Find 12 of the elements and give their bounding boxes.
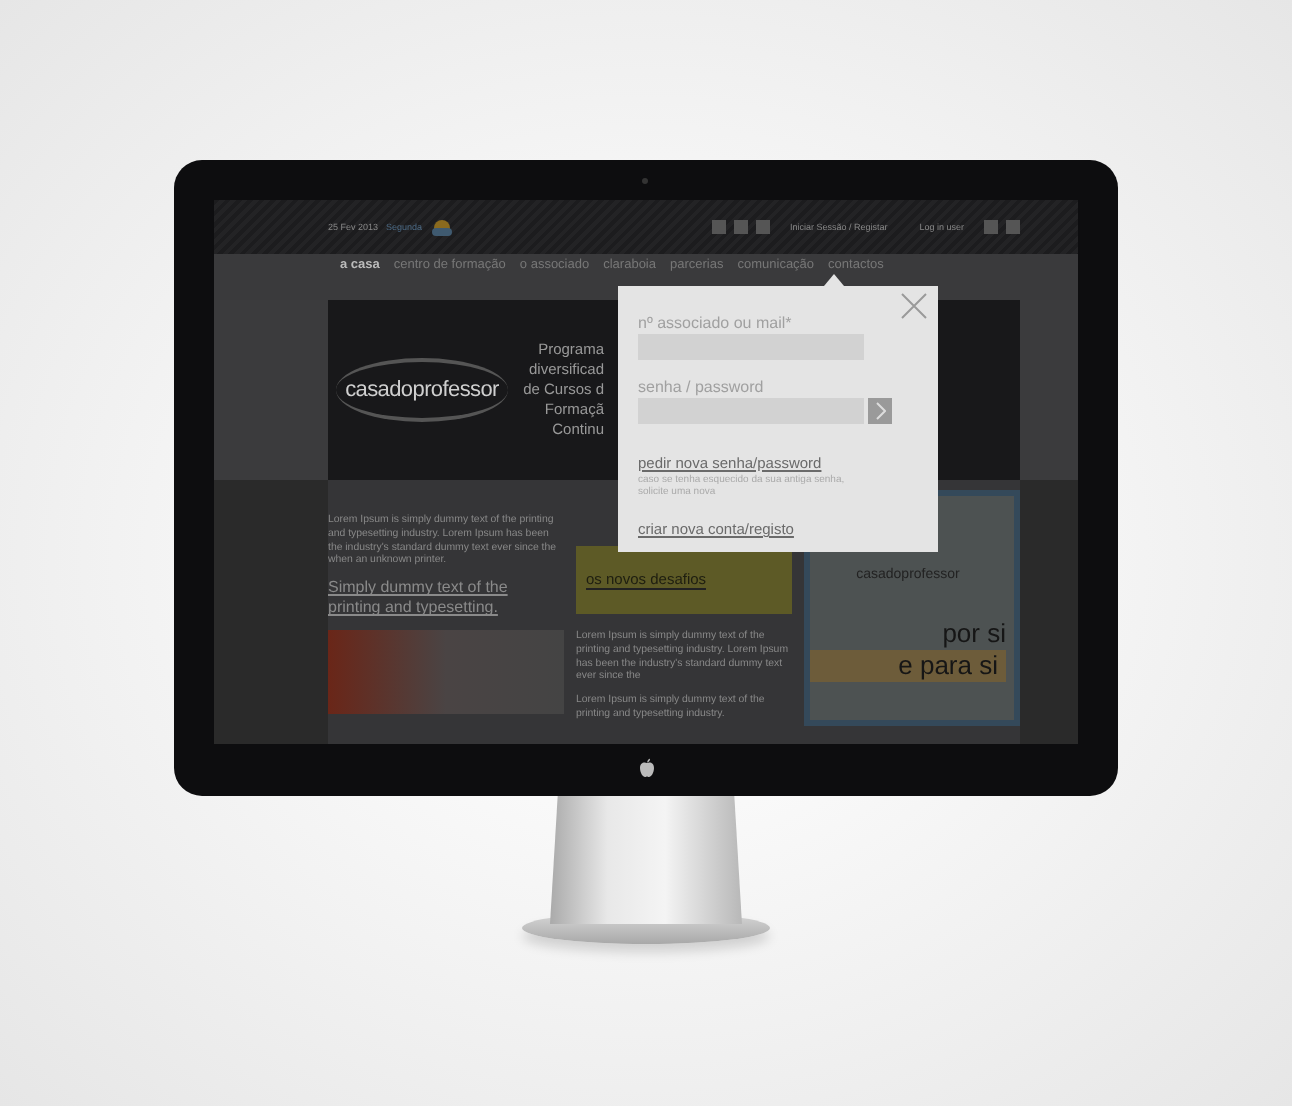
close-icon[interactable] [900, 292, 928, 320]
submit-button[interactable] [868, 398, 892, 424]
weather-icon [430, 217, 455, 237]
logo-icon [637, 758, 655, 778]
ad-slogan: por si [942, 618, 1006, 650]
chevron-icon [875, 402, 885, 420]
article-headline[interactable]: Simply dummy text of the printing and typesetting. [328, 578, 564, 619]
field-label: senha / password [638, 378, 764, 396]
site-logo: casadoprofessor [336, 358, 508, 422]
field-label: nº associado ou mail* [638, 314, 792, 332]
ad-slogan: e para si [810, 650, 1006, 682]
camera-dot [642, 178, 648, 184]
